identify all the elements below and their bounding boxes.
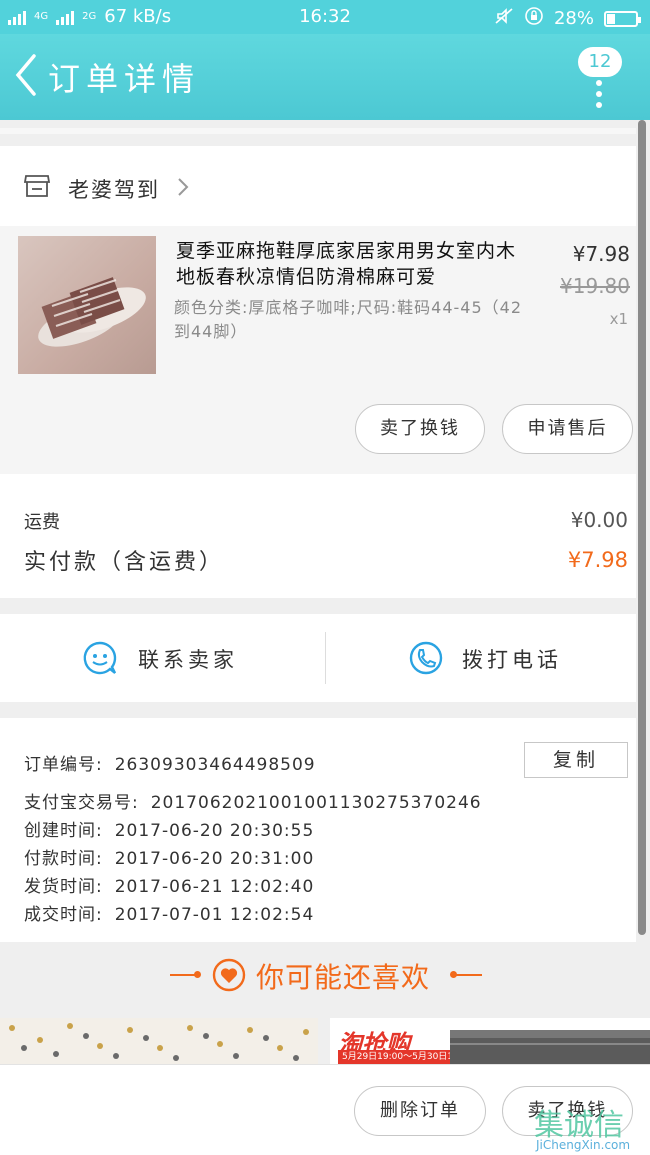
- product-title[interactable]: 夏季亚麻拖鞋厚底家居家用男女室内木地板春秋凉情侣防滑棉麻可爱: [176, 238, 526, 290]
- contact-seller-button[interactable]: 联系卖家: [0, 614, 318, 702]
- page-title: 订单详情: [48, 60, 201, 98]
- created-time-row: 创建时间: 2017-06-20 20:30:55: [24, 816, 314, 841]
- product-quantity: x1: [609, 310, 628, 328]
- order-number-row: 订单编号: 2630930346449850​9: [24, 750, 316, 775]
- recommend-dot-left: [194, 971, 201, 978]
- watermark: 集诚信 JiChengXin.com: [534, 1100, 650, 1155]
- top-spacer: [0, 128, 636, 134]
- more-dots-icon: [596, 80, 602, 113]
- call-button[interactable]: 拨打电话: [326, 614, 644, 702]
- fee-section: 运费 ¥0.00 实付款（含运费） ¥7.98: [0, 474, 636, 598]
- scrollbar[interactable]: [638, 120, 646, 935]
- alipay-label: 支付宝交易号:: [24, 793, 139, 813]
- watermark-domain: JiChengXin.com: [536, 1138, 631, 1152]
- product-sku: 颜色分类:厚底格子咖啡;尺码:鞋码44-45（42到44脚）: [174, 298, 523, 341]
- back-button[interactable]: [8, 50, 48, 100]
- status-right: 28%: [494, 6, 641, 31]
- product-original-price: ¥19.80: [560, 274, 630, 298]
- store-name: 老婆驾到: [68, 178, 160, 202]
- alipay-value: 2017062021001001130275370246: [150, 793, 482, 813]
- more-menu-button[interactable]: 12: [572, 40, 638, 108]
- contact-section: 联系卖家 拨打电话: [0, 614, 636, 702]
- recommend-line-right: [456, 974, 482, 976]
- paid-label: 实付款（含运费）: [24, 550, 225, 575]
- completed-time-row: 成交时间: 2017-07-01 12:02:54: [24, 900, 314, 925]
- battery-percent: 28%: [553, 8, 594, 29]
- after-sale-button[interactable]: 申请售后: [502, 404, 633, 454]
- app-header: 订单详情 12: [0, 34, 650, 120]
- delete-order-button[interactable]: 删除订单: [354, 1086, 486, 1136]
- status-bar: 4G 2G 67 kB/s 16:32 28%: [0, 0, 650, 34]
- chat-icon: [83, 641, 117, 675]
- chevron-right-icon: [178, 178, 189, 196]
- recommended-product-2[interactable]: 淘抢购 5月29日19:00～5月30日18:19: [330, 1018, 650, 1064]
- recommend-line-left: [170, 974, 196, 976]
- paid-time-value: 2017-06-20 20:31:00: [114, 849, 315, 869]
- contact-seller-label: 联系卖家: [138, 648, 238, 672]
- order-info-section: 订单编号: 2630930346449850​9 复制 支付宝交易号: 201706…: [0, 718, 636, 942]
- battery-icon: [604, 10, 641, 27]
- shipped-time-value: 2017-06-21 12:02:40: [114, 877, 315, 897]
- phone-icon: [409, 641, 443, 675]
- product-thumbnail[interactable]: [18, 236, 156, 374]
- chevron-left-icon: [15, 54, 36, 96]
- order-number-value: 2630930346449850​9: [114, 755, 316, 775]
- store-icon: [24, 175, 50, 197]
- product-price: ¥7.98: [572, 242, 630, 266]
- created-time-label: 创建时间:: [24, 821, 103, 841]
- shipped-time-row: 发货时间: 2017-06-21 12:02:40: [24, 872, 314, 897]
- alipay-row: 支付宝交易号: 2017062021001001130275370246: [24, 788, 482, 813]
- shipping-value: ¥0.00: [570, 508, 628, 532]
- nail-sticker-image: [9, 1023, 309, 1061]
- heart-icon: [212, 958, 246, 992]
- created-time-value: 2017-06-20 20:30:55: [114, 821, 315, 841]
- recommend-header: 你可能还喜欢: [0, 944, 650, 1008]
- order-item[interactable]: 夏季亚麻拖鞋厚底家居家用男女室内木地板春秋凉情侣防滑棉麻可爱 颜色分类:厚底格子…: [0, 226, 636, 474]
- paid-value: ¥7.98: [567, 548, 628, 572]
- shipped-time-label: 发货时间:: [24, 877, 103, 897]
- store-row[interactable]: 老婆驾到: [0, 146, 636, 226]
- completed-time-value: 2017-07-01 12:02:54: [114, 905, 315, 925]
- silent-icon: [494, 7, 514, 30]
- order-number-label: 订单编号:: [24, 755, 103, 775]
- call-label: 拨打电话: [462, 648, 562, 672]
- sell-button[interactable]: 卖了换钱: [355, 404, 485, 454]
- completed-time-label: 成交时间:: [24, 905, 103, 925]
- copy-button[interactable]: 复制: [524, 742, 628, 778]
- storage-box-image: [450, 1030, 650, 1064]
- paid-time-label: 付款时间:: [24, 849, 103, 869]
- message-badge: 12: [578, 47, 622, 77]
- shipping-label: 运费: [24, 512, 60, 533]
- slipper-image: [38, 277, 146, 347]
- rotation-lock-icon: [524, 6, 544, 31]
- recommend-title: 你可能还喜欢: [256, 961, 431, 994]
- recommended-product-1[interactable]: [0, 1018, 318, 1064]
- paid-time-row: 付款时间: 2017-06-20 20:31:00: [24, 844, 314, 869]
